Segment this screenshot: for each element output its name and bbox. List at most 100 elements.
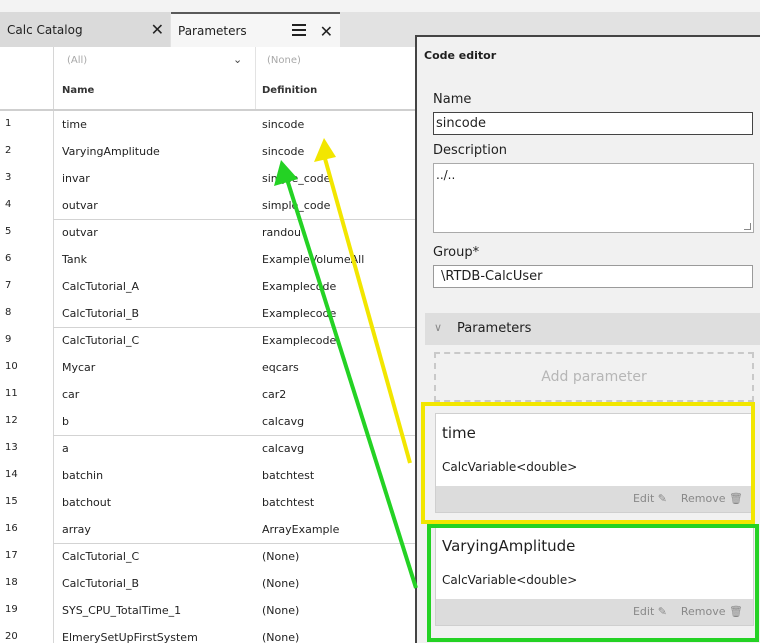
table-row[interactable]: 20 ElmerySetUpFirstSystem (None) <box>0 624 430 643</box>
table-row[interactable]: 18 CalcTutorial_B (None) <box>0 570 430 597</box>
table-row[interactable]: 6 Tank ExampleVolumeAll <box>0 246 430 273</box>
row-group-divider <box>53 327 430 328</box>
cell-name: CalcTutorial_C <box>62 334 140 347</box>
panel-title: Code editor <box>424 49 497 62</box>
table-row[interactable]: 17 CalcTutorial_C (None) <box>0 543 430 570</box>
close-icon[interactable]: ✕ <box>320 22 333 41</box>
cell-name: CalcTutorial_A <box>62 280 139 293</box>
parameters-section-header[interactable]: ∨ Parameters <box>425 313 760 345</box>
cell-definition: calcavg <box>262 415 305 428</box>
row-number: 18 <box>5 577 18 588</box>
cell-definition: (None) <box>262 631 300 643</box>
description-label: Description <box>433 143 508 158</box>
parameters-label: Parameters <box>457 321 532 336</box>
cell-definition: Examplecode <box>262 280 337 293</box>
table-row[interactable]: 15 batchout batchtest <box>0 489 430 516</box>
name-filter[interactable]: (All) <box>67 55 87 66</box>
cell-definition: sincode <box>262 118 305 131</box>
yellow-highlight-box <box>421 402 755 524</box>
table-row[interactable]: 4 outvar simple_code <box>0 192 430 219</box>
description-textarea[interactable]: ../.. <box>433 163 754 233</box>
column-header-definition[interactable]: Definition <box>262 85 317 96</box>
table-row[interactable]: 8 CalcTutorial_B Examplecode <box>0 300 430 327</box>
cell-name: a <box>62 442 69 455</box>
row-number: 4 <box>5 199 12 210</box>
cell-name: outvar <box>62 226 98 239</box>
row-number: 5 <box>5 226 12 237</box>
cell-name: invar <box>62 172 90 185</box>
table-row[interactable]: 14 batchin batchtest <box>0 462 430 489</box>
add-parameter-button[interactable]: Add parameter <box>434 352 754 402</box>
table-row[interactable]: 5 outvar randou <box>0 219 430 246</box>
cell-definition: (None) <box>262 577 300 590</box>
row-number: 20 <box>5 631 18 642</box>
cell-name: time <box>62 118 87 131</box>
row-number: 11 <box>5 388 18 399</box>
cell-name: batchin <box>62 469 104 482</box>
parameters-table: (All) ⌄ (None) Name Definition 1 time sinc… <box>0 47 430 643</box>
table-row[interactable]: 12 b calcavg <box>0 408 430 435</box>
column-header-name[interactable]: Name <box>62 85 94 96</box>
chevron-down-icon[interactable]: ⌄ <box>233 53 242 66</box>
cell-definition: Examplecode <box>262 307 337 320</box>
cell-name: array <box>62 523 91 536</box>
cell-definition: Examplecode <box>262 334 337 347</box>
cell-definition: (None) <box>262 550 300 563</box>
cell-definition: ExampleVolumeAll <box>262 253 365 266</box>
row-number: 12 <box>5 415 18 426</box>
row-number: 19 <box>5 604 18 615</box>
cell-name: b <box>62 415 69 428</box>
group-input[interactable]: \RTDB-CalcUser <box>433 265 753 288</box>
cell-name: VaryingAmplitude <box>62 145 160 158</box>
tab-calc-catalog[interactable]: Calc Catalog ✕ <box>0 12 170 47</box>
row-number: 13 <box>5 442 18 453</box>
row-number: 14 <box>5 469 18 480</box>
tab-parameters[interactable]: Parameters ✕ <box>171 12 340 47</box>
table-row[interactable]: 10 Mycar eqcars <box>0 354 430 381</box>
cell-definition: batchtest <box>262 469 315 482</box>
hamburger-menu-icon[interactable] <box>292 24 306 36</box>
green-highlight-box <box>427 524 759 642</box>
tab-label: Parameters <box>178 23 247 38</box>
table-row[interactable]: 13 a calcavg <box>0 435 430 462</box>
chevron-down-icon: ∨ <box>434 321 443 334</box>
cell-name: ElmerySetUpFirstSystem <box>62 631 198 643</box>
row-number: 1 <box>5 118 12 129</box>
table-row[interactable]: 16 array ArrayExample <box>0 516 430 543</box>
cell-definition: (None) <box>262 604 300 617</box>
cell-name: Tank <box>62 253 87 266</box>
table-row[interactable]: 19 SYS_CPU_TotalTime_1 (None) <box>0 597 430 624</box>
cell-name: Mycar <box>62 361 96 374</box>
table-row[interactable]: 1 time sincode <box>0 111 430 138</box>
close-icon[interactable]: ✕ <box>151 20 164 39</box>
cell-definition: randou <box>262 226 301 239</box>
table-row[interactable]: 2 VaryingAmplitude sincode <box>0 138 430 165</box>
cell-name: batchout <box>62 496 112 509</box>
tab-label: Calc Catalog <box>7 22 83 37</box>
cell-name: CalcTutorial_B <box>62 577 140 590</box>
cell-definition: simple_code <box>262 172 331 185</box>
row-number: 16 <box>5 523 18 534</box>
cell-name: SYS_CPU_TotalTime_1 <box>62 604 182 617</box>
row-number: 8 <box>5 307 12 318</box>
table-row[interactable]: 9 CalcTutorial_C Examplecode <box>0 327 430 354</box>
cell-name: CalcTutorial_C <box>62 550 140 563</box>
table-row[interactable]: 11 car car2 <box>0 381 430 408</box>
row-group-divider <box>53 435 430 436</box>
cell-definition: simple_code <box>262 199 331 212</box>
row-number: 2 <box>5 145 12 156</box>
cell-definition: batchtest <box>262 496 315 509</box>
row-number: 15 <box>5 496 18 507</box>
cell-name: outvar <box>62 199 98 212</box>
row-number: 10 <box>5 361 18 372</box>
table-row[interactable]: 3 invar simple_code <box>0 165 430 192</box>
definition-filter[interactable]: (None) <box>267 55 301 66</box>
row-number: 6 <box>5 253 12 264</box>
group-label: Group* <box>433 245 480 260</box>
row-group-divider <box>53 219 430 220</box>
row-number: 7 <box>5 280 12 291</box>
cell-definition: calcavg <box>262 442 305 455</box>
name-input[interactable]: sincode <box>433 112 753 135</box>
row-number: 9 <box>5 334 12 345</box>
table-row[interactable]: 7 CalcTutorial_A Examplecode <box>0 273 430 300</box>
